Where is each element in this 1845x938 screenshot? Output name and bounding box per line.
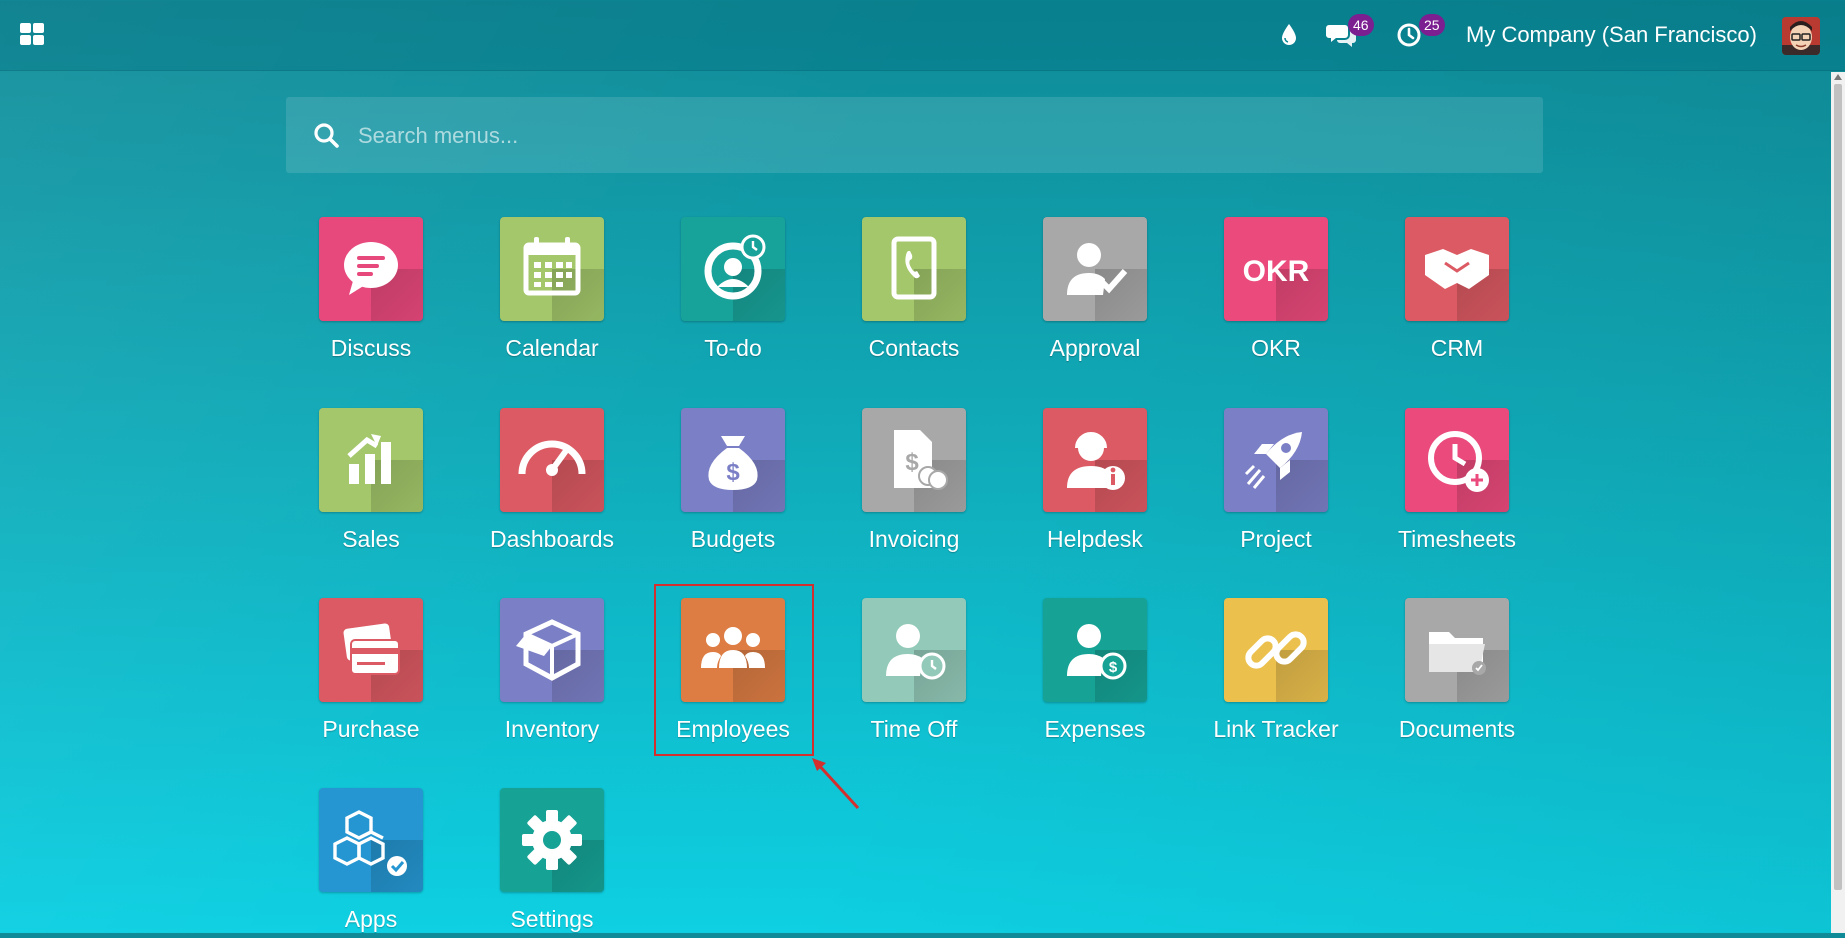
app-approval[interactable]: Approval xyxy=(1019,217,1169,367)
link-icon xyxy=(1224,598,1328,702)
app-expenses[interactable]: $ Expenses xyxy=(1019,598,1169,748)
app-project[interactable]: Project xyxy=(1200,408,1350,558)
calendar-icon xyxy=(500,217,604,321)
cubes-icon xyxy=(319,788,423,892)
money-bag-icon: $ xyxy=(681,408,785,512)
app-label: OKR xyxy=(1251,335,1301,361)
chat-bubble-icon xyxy=(319,217,423,321)
user-clock-icon xyxy=(862,598,966,702)
app-label: Discuss xyxy=(330,335,412,361)
company-switcher[interactable]: My Company (San Francisco) xyxy=(1466,0,1757,70)
app-invoicing[interactable]: $ Invoicing xyxy=(838,408,988,558)
activities-count-badge: 25 xyxy=(1419,14,1445,36)
credit-card-icon xyxy=(319,598,423,702)
app-calendar[interactable]: Calendar xyxy=(476,217,626,367)
app-label: Calendar xyxy=(505,335,599,361)
app-apps[interactable]: Apps xyxy=(295,788,445,938)
app-label: Project xyxy=(1240,526,1312,552)
scrollbar[interactable] xyxy=(1831,72,1845,933)
app-label: Link Tracker xyxy=(1213,716,1339,742)
app-label: Helpdesk xyxy=(1047,526,1143,552)
clock-add-icon xyxy=(1405,408,1509,512)
app-crm[interactable]: CRM xyxy=(1381,217,1531,367)
drop-icon[interactable] xyxy=(1280,0,1304,70)
app-label: Settings xyxy=(510,906,594,932)
company-name: My Company (San Francisco) xyxy=(1466,22,1757,47)
invoice-icon: $ xyxy=(862,408,966,512)
app-label: Dashboards xyxy=(489,526,615,552)
people-icon xyxy=(681,598,785,702)
grid-icon[interactable] xyxy=(20,23,46,47)
app-label: Approval xyxy=(1049,335,1141,361)
svg-text:$: $ xyxy=(905,449,919,476)
app-discuss[interactable]: Discuss xyxy=(295,217,445,367)
box-icon xyxy=(500,598,604,702)
app-purchase[interactable]: Purchase xyxy=(295,598,445,748)
search-input[interactable] xyxy=(356,97,1520,175)
app-documents[interactable]: Documents xyxy=(1381,598,1531,748)
app-label: Contacts xyxy=(868,335,960,361)
app-sales[interactable]: Sales xyxy=(295,408,445,558)
todo-icon xyxy=(681,217,785,321)
user-check-icon xyxy=(1043,217,1147,321)
app-link-tracker[interactable]: Link Tracker xyxy=(1200,598,1350,748)
app-label: Employees xyxy=(676,716,790,742)
scrollbar-thumb[interactable] xyxy=(1834,84,1842,890)
folder-icon xyxy=(1405,598,1509,702)
app-label: Inventory xyxy=(504,716,600,742)
app-label: Time Off xyxy=(870,716,958,742)
app-label: Budgets xyxy=(690,526,776,552)
search-icon xyxy=(314,123,339,148)
app-label: Timesheets xyxy=(1397,526,1517,552)
pointer-arrow xyxy=(812,758,860,810)
app-inventory[interactable]: Inventory xyxy=(476,598,626,748)
app-okr[interactable]: OKR OKR xyxy=(1200,217,1350,367)
app-employees[interactable]: Employees xyxy=(657,598,807,748)
app-budgets[interactable]: $ Budgets xyxy=(657,408,807,558)
svg-text:OKR: OKR xyxy=(1243,255,1310,288)
app-helpdesk[interactable]: Helpdesk xyxy=(1019,408,1169,558)
svg-text:$: $ xyxy=(1109,659,1118,676)
app-label: To-do xyxy=(704,335,762,361)
app-label: Sales xyxy=(342,526,400,552)
app-settings[interactable]: Settings xyxy=(476,788,626,938)
app-time-off[interactable]: Time Off xyxy=(838,598,988,748)
search-bar[interactable] xyxy=(286,97,1543,175)
app-contacts[interactable]: Contacts xyxy=(838,217,988,367)
scroll-up-arrow[interactable] xyxy=(1834,74,1842,80)
sales-chart-icon xyxy=(319,408,423,512)
rocket-icon xyxy=(1224,408,1328,512)
gauge-icon xyxy=(500,408,604,512)
app-label: Expenses xyxy=(1044,716,1146,742)
app-label: Documents xyxy=(1398,716,1516,742)
user-dollar-icon: $ xyxy=(1043,598,1147,702)
app-label: Invoicing xyxy=(868,526,960,552)
app-label: CRM xyxy=(1430,335,1484,361)
app-dashboards[interactable]: Dashboards xyxy=(476,408,626,558)
address-book-icon xyxy=(862,217,966,321)
gear-icon xyxy=(500,788,604,892)
support-agent-icon xyxy=(1043,408,1147,512)
okr-icon: OKR xyxy=(1224,217,1328,321)
app-timesheets[interactable]: Timesheets xyxy=(1381,408,1531,558)
avatar[interactable] xyxy=(1782,17,1820,55)
app-label: Apps xyxy=(344,906,398,932)
svg-text:$: $ xyxy=(726,459,740,486)
messages-count-badge: 46 xyxy=(1348,14,1374,36)
top-navbar: 46 25 My Company (San Francisco) xyxy=(0,0,1845,71)
app-to-do[interactable]: To-do xyxy=(657,217,807,367)
handshake-icon xyxy=(1405,217,1509,321)
app-label: Purchase xyxy=(322,716,420,742)
